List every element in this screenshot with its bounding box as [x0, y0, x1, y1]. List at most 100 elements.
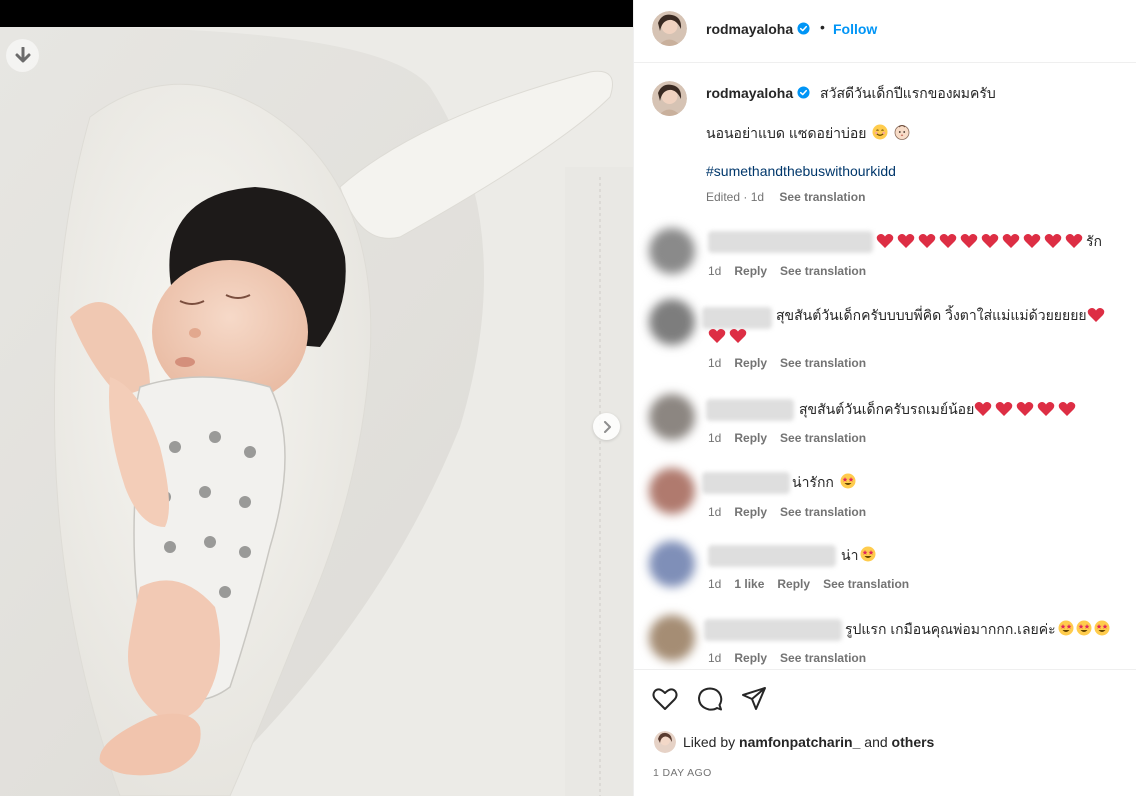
- star-struck-emoji-icon: [1058, 620, 1074, 636]
- comment-meta: 1d Reply See translation: [708, 651, 879, 665]
- commenter-name-blurred[interactable]: [708, 545, 836, 567]
- comment-meta: 1d Reply See translation: [708, 431, 879, 445]
- red-heart-emoji-icon: [939, 234, 957, 248]
- media-top-bar: [0, 0, 633, 27]
- download-button[interactable]: [6, 39, 39, 72]
- comment-body: รัก: [1086, 233, 1102, 249]
- commenter-avatar[interactable]: [649, 468, 695, 514]
- comment-item: สุขสันต์วันเด็กครับบบบพี่คิด วิ้งตาใส่แม…: [634, 299, 1136, 379]
- liked-by-user[interactable]: namfonpatcharin_: [739, 734, 860, 750]
- caption-hashtag-link[interactable]: #sumethandthebuswithourkidd: [706, 163, 896, 179]
- star-struck-emoji-icon: [860, 546, 876, 562]
- reply-button[interactable]: Reply: [777, 577, 810, 591]
- red-heart-emoji-icon: [876, 234, 894, 248]
- comment-item: น่ารักก 1d Reply See translation: [634, 468, 1136, 528]
- liker-avatar[interactable]: [654, 731, 676, 753]
- comment-hearts: [708, 328, 750, 344]
- caption-username[interactable]: rodmayaloha: [706, 85, 793, 101]
- red-heart-emoji-icon: [960, 234, 978, 248]
- red-heart-emoji-icon: [995, 402, 1013, 416]
- commenter-avatar[interactable]: [649, 299, 695, 345]
- comments-scroll-area[interactable]: rodmayaloha สวัสดีวันเด็กปีแรกของผมครับ …: [634, 64, 1136, 669]
- star-struck-emoji-icon: [840, 473, 856, 489]
- comment-text: น่ารักก: [792, 472, 856, 492]
- see-translation-button[interactable]: See translation: [780, 356, 866, 370]
- comment-meta: 1d 1 like Reply See translation: [708, 577, 922, 591]
- comment-text: สุขสันต์วันเด็กครับรถเมย์น้อย: [799, 399, 1079, 419]
- caption-see-translation[interactable]: See translation: [779, 190, 865, 204]
- red-heart-emoji-icon: [897, 234, 915, 248]
- commenter-avatar[interactable]: [649, 615, 695, 661]
- commenter-avatar[interactable]: [649, 541, 695, 587]
- next-image-button[interactable]: [593, 413, 620, 440]
- caption-text: สวัสดีวันเด็กปีแรกของผมครับ: [820, 85, 996, 101]
- comment-time: 1d: [708, 505, 722, 519]
- chevron-right-icon: [603, 420, 611, 433]
- caption-edited-time: Edited · 1d: [706, 190, 765, 204]
- follow-button[interactable]: Follow: [833, 21, 877, 37]
- author-username[interactable]: rodmayaloha: [706, 21, 810, 37]
- commenter-name-blurred[interactable]: [708, 231, 873, 253]
- paper-plane-icon[interactable]: [740, 685, 768, 713]
- comment-bubble-icon[interactable]: [696, 685, 724, 713]
- comment-time: 1d: [708, 431, 722, 445]
- see-translation-button[interactable]: See translation: [823, 577, 909, 591]
- see-translation-button[interactable]: See translation: [780, 651, 866, 665]
- star-struck-emoji-icon: [1094, 620, 1110, 636]
- smiling-face-emoji-icon: [872, 124, 888, 140]
- commenter-avatar[interactable]: [649, 228, 695, 274]
- reply-button[interactable]: Reply: [734, 505, 767, 519]
- comment-text: รูปแรก เกมือนคุณพ่อมากกก.เลยค่ะ: [845, 619, 1110, 639]
- comment-time: 1d: [708, 651, 722, 665]
- download-arrow-icon: [15, 46, 30, 62]
- comment-like-count[interactable]: 1 like: [734, 577, 764, 591]
- comment-body: สุขสันต์วันเด็กครับบบบพี่คิด วิ้งตาใส่แม…: [776, 307, 1087, 323]
- commenter-name-blurred[interactable]: [704, 619, 842, 641]
- comment-item: สุขสันต์วันเด็กครับรถเมย์น้อย 1d Reply See…: [634, 394, 1136, 454]
- see-translation-button[interactable]: See translation: [780, 431, 866, 445]
- reply-button[interactable]: Reply: [734, 356, 767, 370]
- comment-meta: 1d Reply See translation: [708, 356, 879, 370]
- commenter-name-blurred[interactable]: [706, 399, 794, 421]
- liked-by-and: and: [864, 734, 888, 750]
- caption-avatar[interactable]: [652, 81, 687, 116]
- red-heart-emoji-icon: [1044, 234, 1062, 248]
- red-heart-emoji-icon: [1002, 234, 1020, 248]
- heart-outline-icon[interactable]: [651, 685, 679, 713]
- caption-line2-text: นอนอย่าแบด แซดอย่าบ่อย: [706, 125, 867, 141]
- reply-button[interactable]: Reply: [734, 651, 767, 665]
- red-heart-emoji-icon: [1016, 402, 1034, 416]
- comment-hearts: [876, 233, 1086, 249]
- red-heart-emoji-icon: [918, 234, 936, 248]
- comment-meta: 1d Reply See translation: [708, 505, 879, 519]
- comment-item: รูปแรก เกมือนคุณพ่อมากกก.เลยค่ะ 1d Reply S…: [634, 615, 1136, 669]
- commenter-avatar[interactable]: [649, 394, 695, 440]
- caption-meta: Edited · 1d See translation: [706, 190, 865, 204]
- liked-by-others-link[interactable]: others: [892, 734, 935, 750]
- comment-body: สุขสันต์วันเด็กครับรถเมย์น้อย: [799, 401, 975, 417]
- see-translation-button[interactable]: See translation: [780, 264, 866, 278]
- red-heart-emoji-icon: [1058, 402, 1076, 416]
- verified-badge-icon: [797, 22, 810, 35]
- comment-time: 1d: [708, 577, 722, 591]
- red-heart-emoji-icon: [1023, 234, 1041, 248]
- red-heart-emoji-icon: [1065, 234, 1083, 248]
- author-avatar[interactable]: [652, 11, 687, 46]
- comment-body: รูปแรก เกมือนคุณพ่อมากกก.เลยค่ะ: [845, 621, 1056, 637]
- reply-button[interactable]: Reply: [734, 264, 767, 278]
- liked-by-prefix: Liked by: [683, 734, 736, 750]
- see-translation-button[interactable]: See translation: [780, 505, 866, 519]
- post-actions: Liked by namfonpatcharin_ and others 1 D…: [634, 669, 1136, 796]
- verified-badge-icon: [797, 86, 810, 99]
- red-heart-emoji-icon: [1037, 402, 1055, 416]
- post-date[interactable]: 1 DAY AGO: [653, 767, 712, 779]
- reply-button[interactable]: Reply: [734, 431, 767, 445]
- post-photo[interactable]: [0, 27, 633, 796]
- baby-face-emoji-icon: [894, 125, 910, 140]
- caption-first-line: rodmayaloha สวัสดีวันเด็กปีแรกของผมครับ: [706, 83, 996, 105]
- commenter-name-blurred[interactable]: [702, 472, 790, 494]
- comment-text: สุขสันต์วันเด็กครับบบบพี่คิด วิ้งตาใส่แม…: [776, 305, 1108, 325]
- author-username-text[interactable]: rodmayaloha: [706, 21, 793, 37]
- post-header: rodmayaloha • Follow: [634, 0, 1136, 63]
- post-side-panel: rodmayaloha • Follow rodmayaloha สวัสดีว…: [633, 0, 1136, 796]
